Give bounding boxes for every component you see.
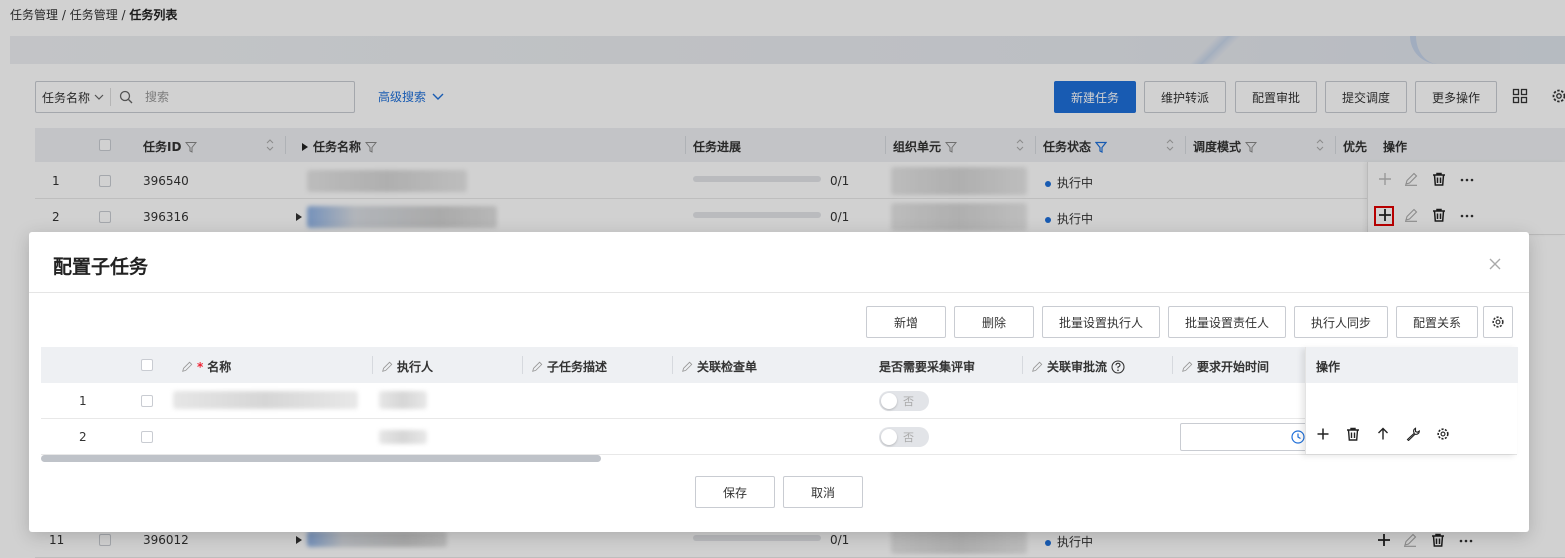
editable-pencil-icon [382,361,393,372]
arrow-up-icon[interactable] [1376,427,1390,441]
column-ops: 操作 [1316,360,1341,374]
add-button[interactable]: 新增 [866,306,946,338]
settings-gear-icon [1492,316,1504,328]
column-start-time: 要求开始时间 [1181,358,1269,375]
row-checkbox[interactable] [141,431,153,443]
save-button[interactable]: 保存 [695,476,775,508]
clock-icon [1291,430,1305,444]
close-icon[interactable] [1487,256,1503,272]
need-review-toggle[interactable]: 否 [879,427,929,447]
wrench-icon[interactable] [1406,427,1420,441]
subtask-row[interactable]: 1 否 [41,383,1517,419]
dialog-title: 配置子任务 [53,256,149,278]
settings-gear-icon[interactable] [1436,427,1450,441]
cancel-button[interactable]: 取消 [783,476,863,508]
column-need-review: 是否需要采集评审 [879,360,976,374]
batch-set-owner-button[interactable]: 批量设置责任人 [1168,306,1286,338]
table-settings-button[interactable] [1483,306,1513,338]
select-all-checkbox[interactable] [141,359,153,371]
horizontal-scrollbar[interactable] [41,455,601,462]
delete-trash-icon[interactable] [1346,427,1360,441]
editable-pencil-icon [682,361,693,372]
executor-sync-button[interactable]: 执行人同步 [1294,306,1388,338]
column-subtask-desc: 子任务描述 [531,358,607,375]
delete-button[interactable]: 删除 [954,306,1034,338]
column-name: * 名称 [181,358,231,375]
need-review-toggle[interactable]: 否 [879,391,929,411]
column-checklist: 关联检查单 [681,358,757,375]
start-time-picker[interactable] [1180,423,1310,451]
redacted-subtask-name [173,391,358,409]
editable-pencil-icon [1032,361,1043,372]
subtask-table-header: * 名称 执行人 子任务描述 关联检查单 是否需要采集评审 关联审批流 要求开始时… [41,347,1517,383]
config-subtask-dialog: 配置子任务 新增 删除 批量设置执行人 批量设置责任人 执行人同步 配置关系 *… [29,232,1529,532]
subtask-ops-column: 操作 [1305,347,1518,454]
column-executor: 执行人 [381,358,433,375]
add-icon[interactable] [1316,427,1330,441]
editable-pencil-icon [532,361,543,372]
batch-set-executor-button[interactable]: 批量设置执行人 [1042,306,1160,338]
config-relation-button[interactable]: 配置关系 [1396,306,1478,338]
redacted-executor [379,430,427,444]
redacted-executor [379,391,427,409]
help-question-icon[interactable] [1111,359,1125,374]
column-approval-flow: 关联审批流 [1031,358,1125,375]
row-checkbox[interactable] [141,395,153,407]
editable-pencil-icon [1182,361,1193,372]
editable-pencil-icon [182,361,193,372]
